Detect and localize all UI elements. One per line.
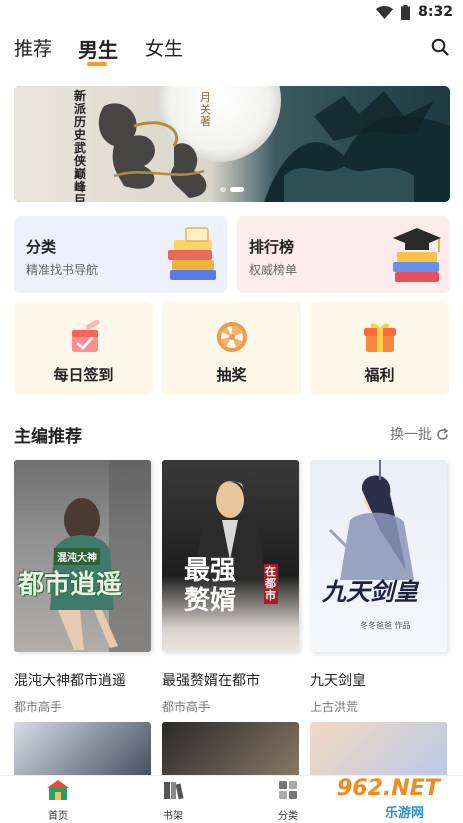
daily-checkin-label: 每日签到	[53, 366, 114, 384]
book-title[interactable]: 最强赘婿在都市	[162, 670, 299, 690]
book-item[interactable]: 最强赘婿 在都市 最强赘婿在都市 都市高手	[162, 460, 299, 715]
nav-category[interactable]: 分类	[258, 779, 318, 822]
lottery-wheel-icon	[217, 322, 247, 352]
nav-category-label: 分类	[278, 811, 298, 822]
book-cover-title: 都市逍遥	[18, 570, 123, 600]
book-cover[interactable]	[162, 722, 299, 782]
daily-checkin-button[interactable]: 每日签到	[14, 302, 153, 395]
checkin-icon	[72, 320, 100, 352]
tab-male[interactable]: 男生	[78, 34, 118, 63]
promo-banner[interactable]: 新派历史武侠巅峰巨 月关 著	[14, 86, 450, 202]
banner-pager	[220, 187, 244, 192]
category-icon	[279, 781, 297, 799]
welfare-label: 福利	[364, 366, 395, 384]
watermark-logo-text: 962.NET	[337, 776, 440, 801]
nav-bookshelf[interactable]: 书架	[143, 779, 203, 822]
lottery-button[interactable]: 抽奖	[162, 302, 301, 395]
banner-author: 月关 著	[200, 91, 211, 128]
active-tab-indicator	[87, 62, 107, 66]
book-item[interactable]: 混沌大神 都市逍遥 混沌大神都市逍遥 都市高手	[14, 460, 151, 715]
book-cover[interactable]: 最强赘婿 在都市	[162, 460, 299, 652]
book-cover[interactable]	[310, 722, 447, 782]
book-cover[interactable]: 九天剑皇 冬冬爸爸 作品	[310, 460, 447, 652]
books-stack-icon	[168, 227, 216, 280]
category-card-subtitle: 精准找书导航	[26, 263, 99, 277]
welfare-button[interactable]: 福利	[310, 302, 449, 395]
book-cover-subtitle: 冬冬爸爸 作品	[360, 621, 411, 630]
refresh-icon	[437, 427, 449, 440]
status-indicators: 8:32	[376, 4, 453, 20]
book-title[interactable]: 混沌大神都市逍遥	[14, 670, 151, 690]
ranking-card[interactable]: 排行榜 权威榜单	[237, 216, 450, 293]
book-genre: 上古洪荒	[310, 700, 359, 714]
nav-home-label: 首页	[48, 811, 68, 822]
watermark-sub-text: 乐游网	[385, 806, 425, 821]
nav-home[interactable]: 首页	[28, 779, 88, 822]
nav-bookshelf-label: 书架	[163, 811, 183, 822]
book-genre: 都市高手	[162, 700, 211, 714]
book-cover-title: 九天剑皇	[322, 577, 418, 606]
category-card-title: 分类	[26, 238, 57, 256]
wifi-icon	[376, 5, 394, 19]
refresh-label: 换一批	[390, 427, 432, 443]
status-bar: 8:32	[0, 0, 463, 26]
banner-vertical-text: 新派历史武侠巅峰巨	[74, 89, 87, 203]
book-cover-subtitle: 在都市	[264, 564, 278, 604]
tab-recommend[interactable]: 推荐	[14, 34, 52, 61]
ranking-card-subtitle: 权威榜单	[249, 263, 298, 277]
graduation-books-icon	[393, 228, 441, 282]
gift-icon	[364, 323, 396, 352]
site-watermark: 962.NET 乐游网	[333, 776, 457, 822]
tab-female[interactable]: 女生	[145, 34, 183, 61]
ranking-card-title: 排行榜	[249, 238, 295, 256]
category-card[interactable]: 分类 精准找书导航	[14, 216, 227, 293]
book-cover[interactable]: 混沌大神 都市逍遥	[14, 460, 151, 652]
top-tabs: 推荐 男生 女生	[0, 30, 463, 70]
refresh-button[interactable]: 换一批	[390, 424, 449, 444]
lottery-label: 抽奖	[216, 366, 247, 384]
book-item[interactable]: 九天剑皇 冬冬爸爸 作品 九天剑皇 上古洪荒	[310, 460, 447, 715]
bookshelf-icon	[164, 782, 184, 800]
section-title: 主编推荐	[14, 427, 82, 447]
book-genre: 都市高手	[14, 700, 63, 714]
home-icon	[47, 780, 69, 800]
book-cover[interactable]	[14, 722, 151, 782]
book-title[interactable]: 九天剑皇	[310, 670, 447, 690]
book-cover-subtitle: 混沌大神	[54, 548, 100, 565]
status-time: 8:32	[418, 4, 453, 20]
book-cover-title: 最强赘婿	[184, 556, 237, 616]
battery-icon	[401, 4, 411, 20]
search-icon[interactable]	[431, 38, 449, 56]
